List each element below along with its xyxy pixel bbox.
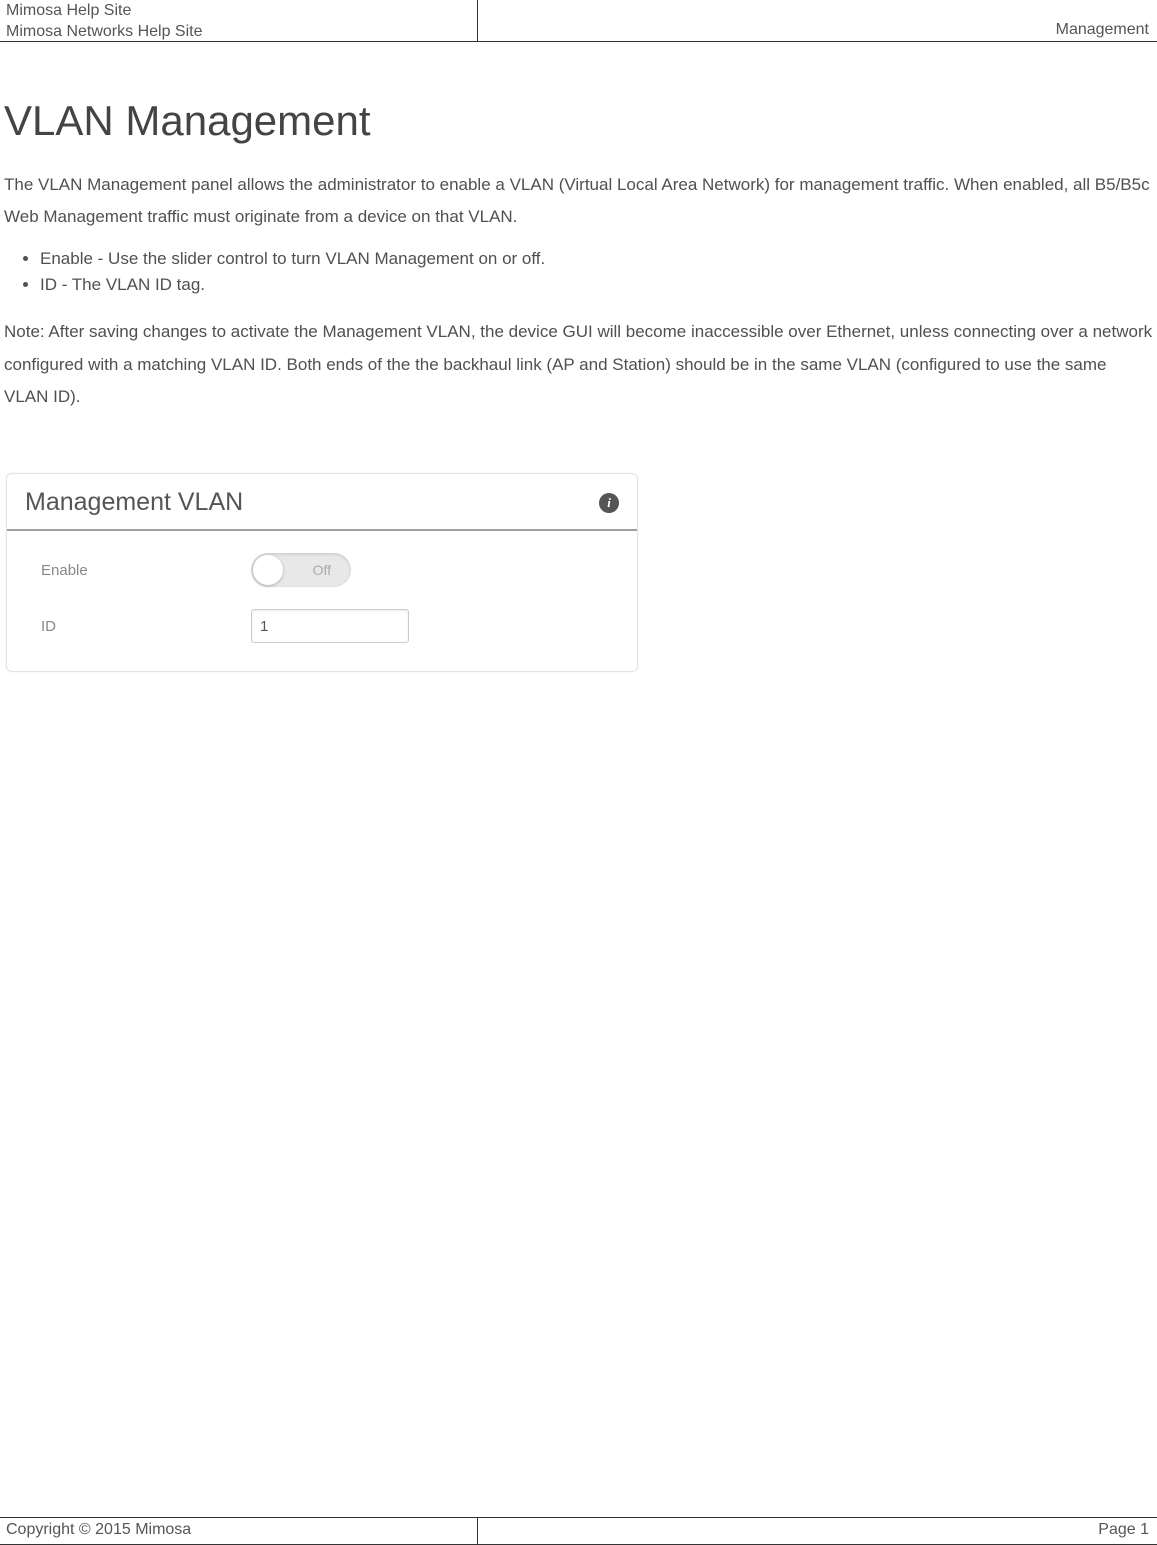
note-paragraph: Note: After saving changes to activate t…	[4, 316, 1153, 413]
enable-toggle[interactable]: Off	[251, 553, 351, 587]
id-label: ID	[41, 618, 251, 635]
page-header: Mimosa Help Site Mimosa Networks Help Si…	[0, 0, 1157, 42]
panel-body: Enable Off ID	[7, 531, 637, 671]
header-left-block: Mimosa Help Site Mimosa Networks Help Si…	[0, 0, 478, 41]
header-title-2: Mimosa Networks Help Site	[6, 22, 471, 43]
bullet-list: Enable - Use the slider control to turn …	[40, 246, 1153, 299]
toggle-state-text: Off	[313, 562, 331, 578]
management-vlan-panel: Management VLAN i Enable Off ID	[6, 473, 638, 672]
footer-page-number: Page 1	[478, 1518, 1157, 1544]
enable-row: Enable Off	[41, 553, 619, 587]
toggle-knob-icon	[253, 555, 283, 585]
page-title: VLAN Management	[4, 97, 1153, 145]
panel-header: Management VLAN i	[7, 474, 637, 531]
header-section-label: Management	[478, 0, 1157, 41]
main-content: VLAN Management The VLAN Management pane…	[0, 42, 1157, 672]
list-item: Enable - Use the slider control to turn …	[40, 246, 1153, 272]
header-title-1: Mimosa Help Site	[6, 1, 471, 22]
id-input[interactable]	[251, 609, 409, 643]
enable-label: Enable	[41, 562, 251, 579]
footer-copyright: Copyright © 2015 Mimosa	[0, 1518, 478, 1544]
panel-title: Management VLAN	[25, 488, 243, 517]
page-footer: Copyright © 2015 Mimosa Page 1	[0, 1517, 1157, 1545]
id-row: ID	[41, 609, 619, 643]
info-icon[interactable]: i	[599, 493, 619, 513]
intro-paragraph: The VLAN Management panel allows the adm…	[4, 169, 1153, 234]
list-item: ID - The VLAN ID tag.	[40, 272, 1153, 298]
